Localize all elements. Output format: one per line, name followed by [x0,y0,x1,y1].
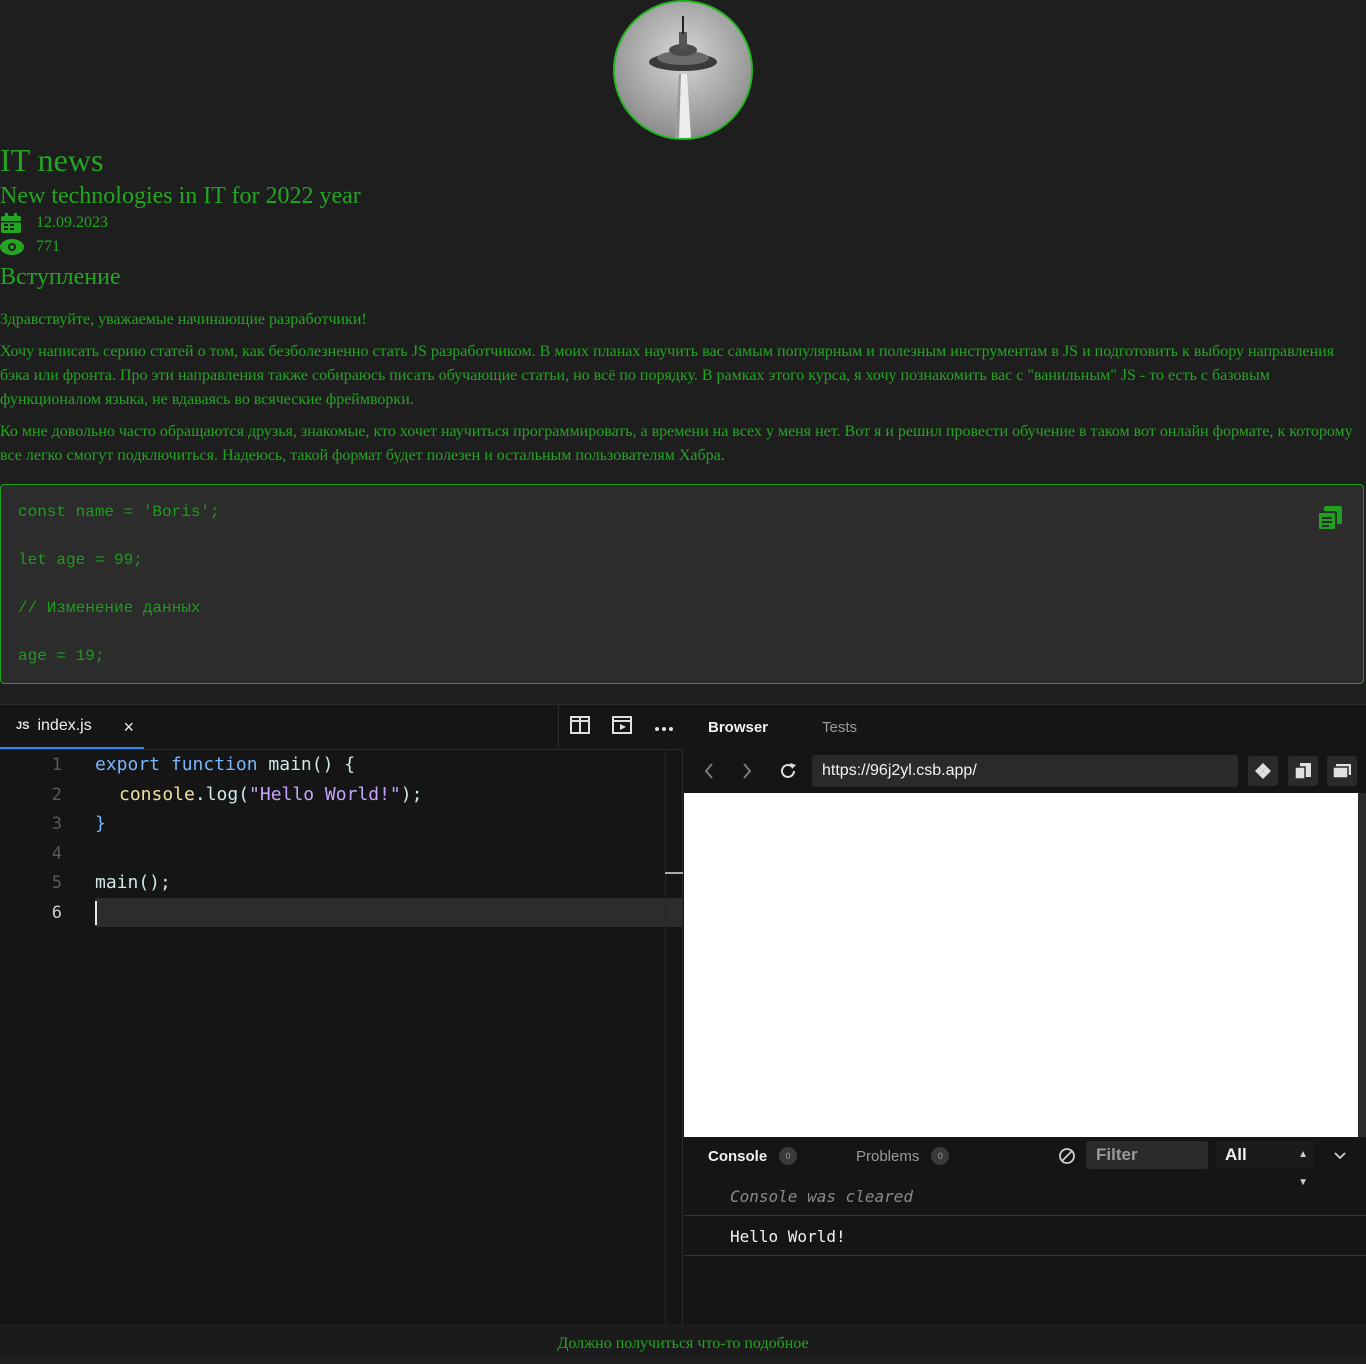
paragraph: Ко мне довольно часто обращаются друзья,… [0,423,1353,464]
eye-icon [0,236,24,258]
browser-navbar: https://96j2yl.csb.app/ [684,751,1366,793]
file-tab-index-js[interactable]: JS index.js × [0,705,144,749]
problems-tab-label: Problems [856,1147,920,1165]
log-level-select[interactable]: All ▲ ▼ [1216,1141,1314,1188]
line-number: 1 [51,755,62,775]
more-icon[interactable] [654,718,673,736]
editor-toolbar [558,705,684,749]
section-heading: Вступление [0,264,121,290]
chevron-down-icon[interactable] [1334,1147,1346,1165]
tab-browser[interactable]: Browser [708,719,768,736]
line-number: 4 [51,844,62,864]
split-view-icon[interactable] [570,715,591,739]
preview-icon[interactable] [612,715,633,739]
open-sandbox-icon[interactable] [1327,756,1357,786]
preview-scrollbar[interactable] [1358,793,1366,1137]
code-line-3: } [95,813,106,834]
line-number: 6 [51,903,62,923]
line-number: 2 [51,785,62,805]
console-log-output: Hello World! [684,1217,1366,1256]
code-editor: JS index.js × 1 2 3 4 5 6 export functio… [0,705,683,1325]
open-new-window-icon[interactable] [1288,756,1318,786]
site-title: IT news [0,142,104,178]
refresh-icon[interactable] [777,760,799,782]
forward-icon[interactable] [736,760,758,782]
file-tab-label: index.js [37,717,92,734]
editor-ruler [665,749,666,1325]
code-line: const name = 'Boris'; [18,503,220,521]
code-line-5: main(); [95,872,171,893]
line-number: 5 [51,873,62,893]
js-file-icon: JS [16,720,30,732]
text-cursor [95,901,97,925]
url-bar[interactable]: https://96j2yl.csb.app/ [812,755,1238,787]
console-log-cleared: Console was cleared [684,1177,1366,1216]
close-icon[interactable]: × [123,717,134,737]
article-views: 771 [0,236,60,258]
code-line-2: console.log("Hello World!"); [119,784,423,805]
browser-preview[interactable] [684,793,1358,1137]
log-level-value: All [1225,1145,1247,1164]
tower-image [615,2,751,138]
devtools-icon[interactable] [1248,756,1278,786]
browser-panel: Browser Tests https://96j2yl.csb.app/ Co… [684,705,1366,1325]
code-sandbox-embed: JS index.js × 1 2 3 4 5 6 export functio… [0,704,1366,1325]
avatar [613,0,753,140]
image-caption: Должно получиться что-то подобное [0,1324,1366,1356]
code-area[interactable]: 1 2 3 4 5 6 export function main() { con… [0,749,683,1325]
code-line: age = 19; [18,647,105,665]
line-number: 3 [51,814,62,834]
scrollbar-marker[interactable] [665,872,683,874]
clear-console-icon[interactable] [1058,1147,1076,1170]
views-text: 771 [36,238,60,255]
code-line: // Изменение данных [18,599,201,617]
date-text: 12.09.2023 [36,214,108,231]
article-date: 12.09.2023 [0,212,108,234]
current-line-highlight [95,898,683,927]
calendar-icon [0,212,24,234]
console-tab-label: Console [708,1147,768,1165]
console-filter-input[interactable]: Filter [1086,1141,1208,1169]
code-line-1: export function main() { [95,754,356,775]
console-toolbar: Console 0 Problems 0 Filter All ▲ ▼ [684,1137,1366,1188]
back-icon[interactable] [698,760,720,782]
editor-tabbar: JS index.js × [0,705,683,750]
tab-console[interactable]: Console 0 [708,1147,798,1165]
copy-icon[interactable] [1317,505,1343,531]
code-line: let age = 99; [18,551,143,569]
paragraph: Хочу написать серию статей о том, как бе… [0,343,1335,408]
problems-count-badge: 0 [931,1147,950,1165]
tab-tests[interactable]: Tests [822,719,857,736]
article-title: New technologies in IT for 2022 year [0,183,361,209]
code-block: const name = 'Boris'; let age = 99; // И… [0,484,1364,684]
tab-problems[interactable]: Problems 0 [856,1147,950,1165]
console-count-badge: 0 [779,1147,798,1165]
paragraph: Здравствуйте, уважаемые начинающие разра… [0,311,367,328]
